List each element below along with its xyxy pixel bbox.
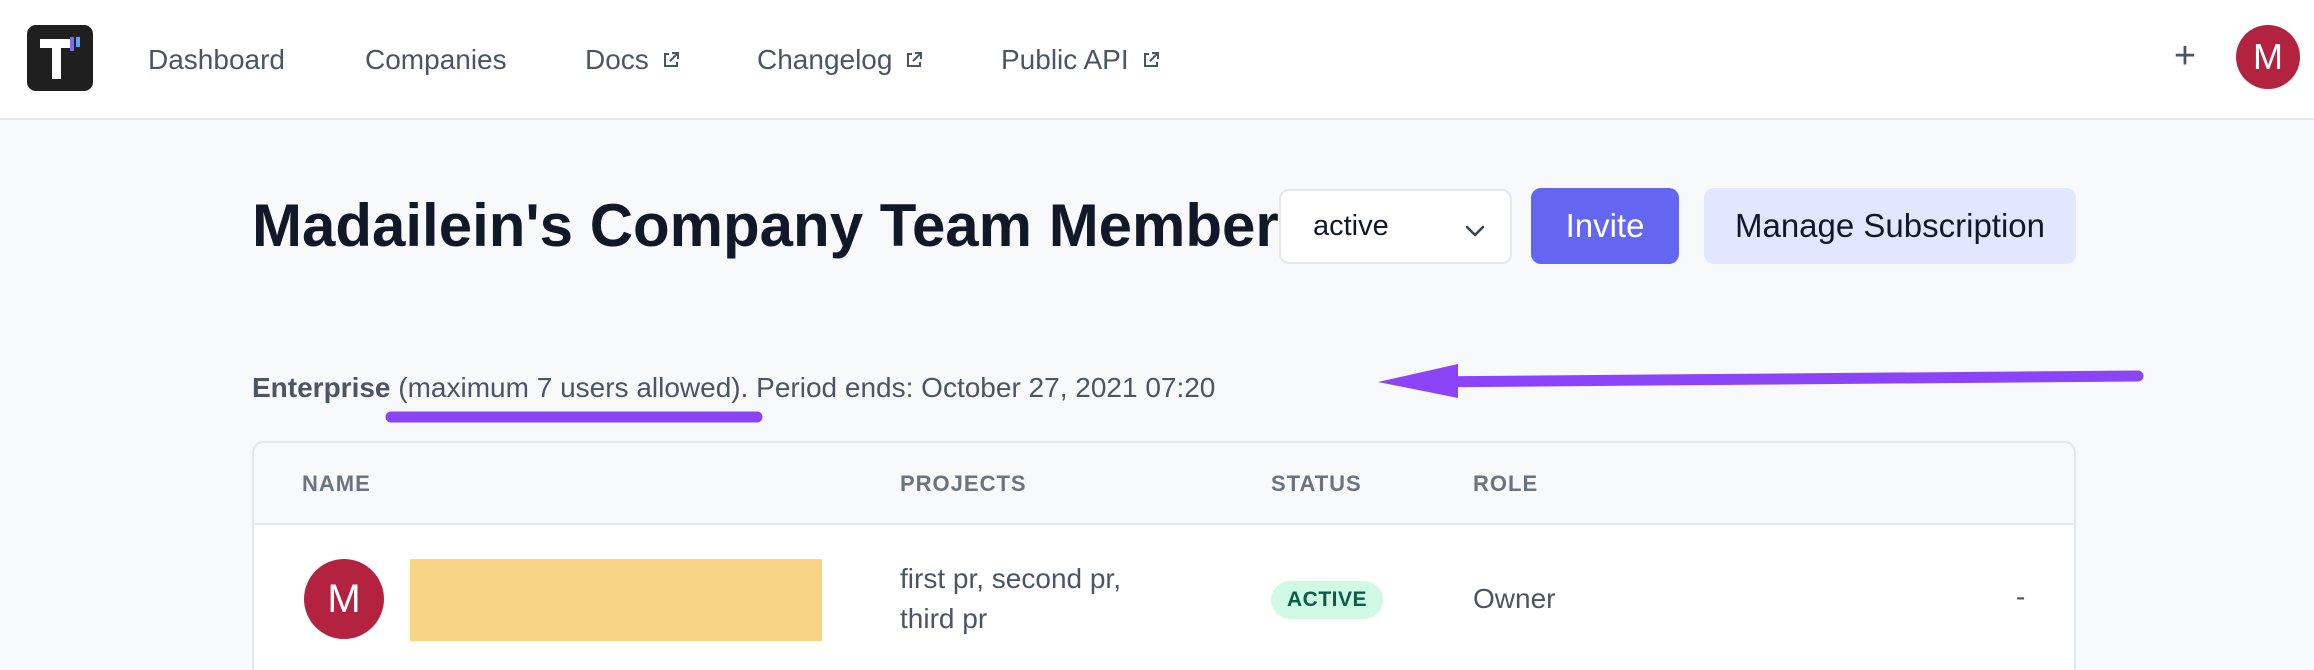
status-filter-value: active xyxy=(1313,210,1389,242)
chevron-down-icon xyxy=(1464,217,1486,239)
member-projects-line: first pr, second pr, xyxy=(900,563,1121,594)
external-link-icon xyxy=(904,50,924,70)
nav-link-docs[interactable]: Docs xyxy=(585,40,681,80)
member-avatar: M xyxy=(304,559,384,639)
top-navbar: Dashboard Companies Docs Changelog Publi… xyxy=(0,0,2314,120)
plan-period-end: Period ends: October 27, 2021 07:20 xyxy=(756,372,1216,403)
nav-link-dashboard[interactable]: Dashboard xyxy=(148,40,285,80)
team-members-table: NAME PROJECTS STATUS ROLE M first pr, se… xyxy=(252,441,2076,670)
annotation-arrow-shaft xyxy=(1412,370,2144,388)
plan-user-limit: (maximum 7 users allowed). xyxy=(398,372,749,403)
annotation-arrow-head xyxy=(1378,364,1458,398)
nav-link-public-api[interactable]: Public API xyxy=(1001,40,1161,80)
nav-link-label: Companies xyxy=(365,44,507,75)
add-button[interactable]: + xyxy=(2168,34,2202,78)
invite-button[interactable]: Invite xyxy=(1531,188,1679,264)
page-title: Madailein's Company Team Members xyxy=(252,192,1313,259)
member-projects: first pr, second pr, third pr xyxy=(900,559,1121,639)
nav-link-label: Changelog xyxy=(757,44,893,75)
plan-info: Enterprise (maximum 7 users allowed). Pe… xyxy=(252,368,1215,408)
status-filter-select[interactable]: active xyxy=(1279,189,1512,264)
plan-name: Enterprise xyxy=(252,372,391,403)
table-header: NAME PROJECTS STATUS ROLE xyxy=(254,443,2074,525)
row-action-menu[interactable]: - xyxy=(2016,577,2025,617)
member-role: Owner xyxy=(1473,583,1556,614)
nav-link-label: Public API xyxy=(1001,44,1129,75)
nav-link-companies[interactable]: Companies xyxy=(365,40,507,80)
status-badge: ACTIVE xyxy=(1271,581,1384,619)
redacted-member-name xyxy=(410,559,822,641)
manage-subscription-button[interactable]: Manage Subscription xyxy=(1704,188,2076,264)
column-header-projects: PROJECTS xyxy=(900,471,1027,496)
column-header-name: NAME xyxy=(302,471,371,496)
nav-link-label: Docs xyxy=(585,44,649,75)
user-avatar[interactable]: M xyxy=(2236,25,2300,89)
column-header-role: ROLE xyxy=(1473,471,1539,496)
app-logo[interactable] xyxy=(27,25,93,91)
nav-link-changelog[interactable]: Changelog xyxy=(757,40,924,80)
column-header-status: STATUS xyxy=(1271,471,1362,496)
external-link-icon xyxy=(1141,50,1161,70)
member-projects-line: third pr xyxy=(900,603,988,634)
external-link-icon xyxy=(661,50,681,70)
nav-link-label: Dashboard xyxy=(148,44,285,75)
